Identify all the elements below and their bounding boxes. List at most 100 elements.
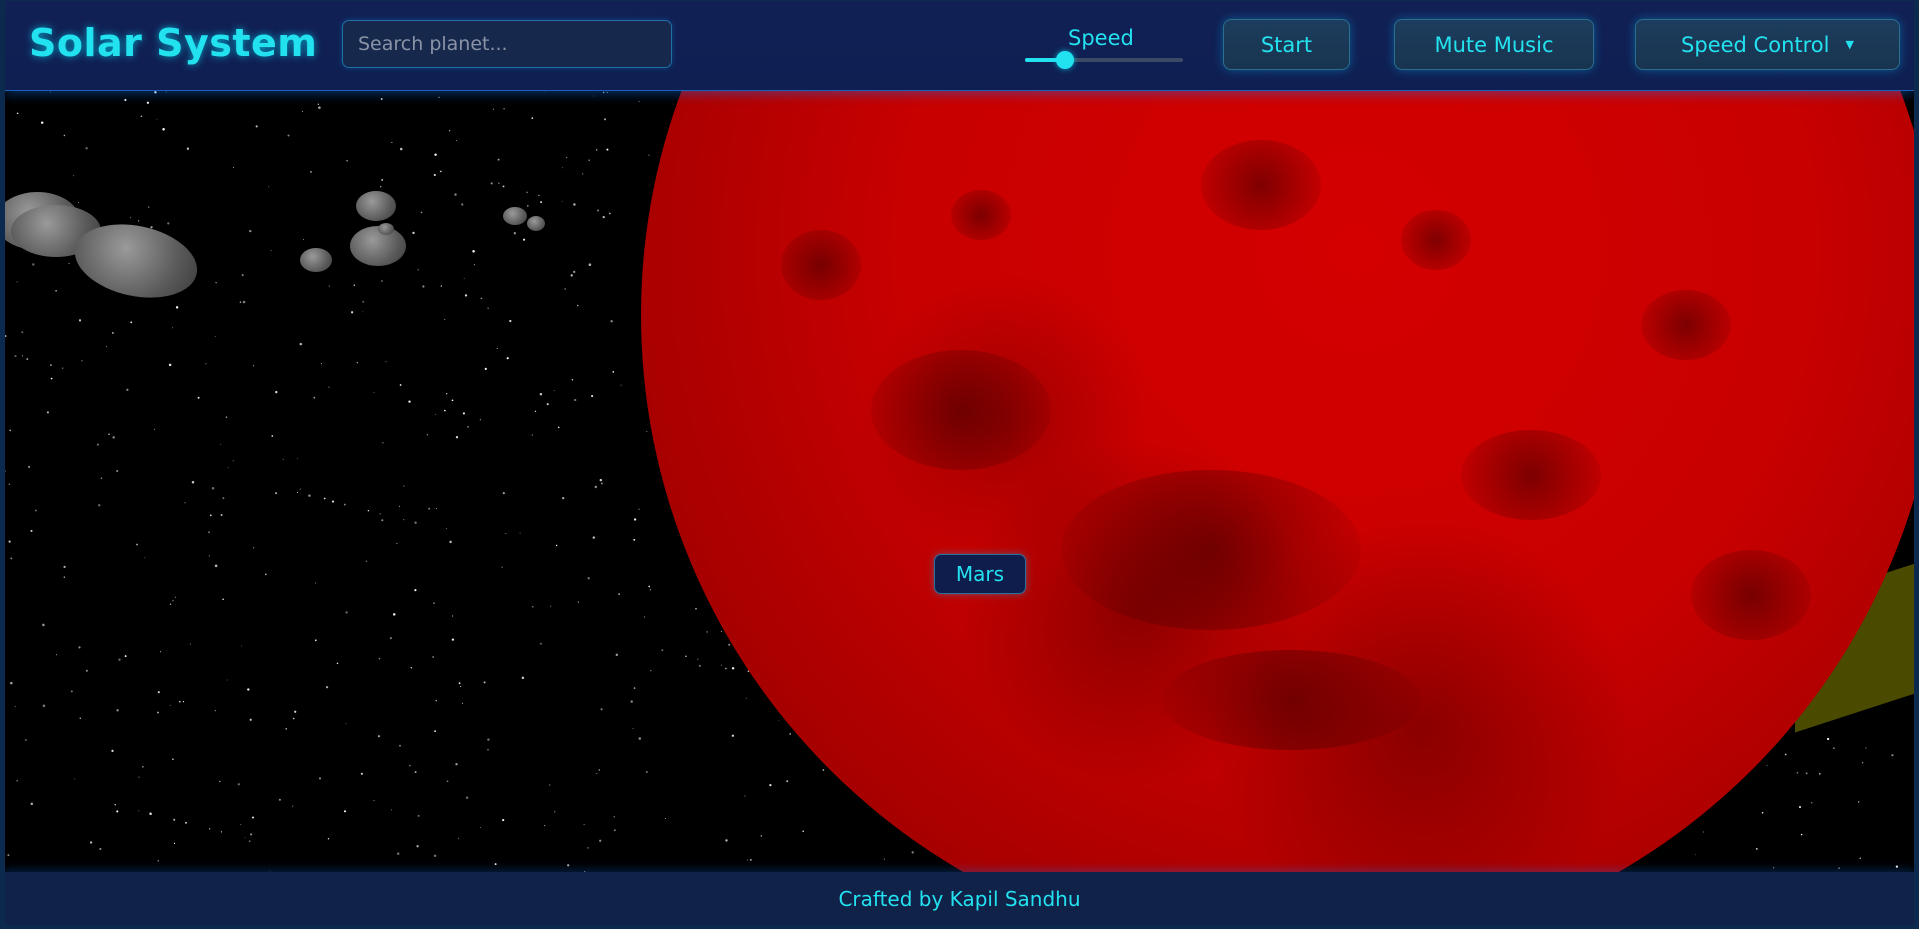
speed-slider[interactable] bbox=[1025, 51, 1183, 69]
star bbox=[484, 367, 487, 371]
speed-control-dropdown[interactable]: Speed Control ▼ bbox=[1635, 19, 1900, 70]
star bbox=[167, 222, 170, 225]
star bbox=[399, 384, 402, 386]
star bbox=[539, 392, 543, 396]
star bbox=[428, 507, 431, 510]
star bbox=[544, 825, 546, 827]
speed-slider-thumb[interactable] bbox=[1055, 51, 1074, 69]
star bbox=[380, 186, 382, 188]
star bbox=[157, 691, 160, 694]
star bbox=[632, 728, 634, 730]
star bbox=[77, 201, 80, 204]
star bbox=[440, 170, 442, 173]
star bbox=[137, 220, 140, 222]
star bbox=[746, 859, 748, 861]
star bbox=[299, 488, 301, 490]
start-button[interactable]: Start bbox=[1223, 19, 1350, 70]
star bbox=[8, 540, 11, 543]
star bbox=[81, 360, 83, 362]
star bbox=[410, 667, 412, 669]
star bbox=[760, 835, 763, 837]
star bbox=[638, 100, 640, 102]
star bbox=[574, 398, 577, 402]
star bbox=[282, 458, 284, 460]
star bbox=[573, 203, 576, 206]
star bbox=[416, 845, 419, 848]
star bbox=[297, 458, 299, 460]
star bbox=[385, 361, 387, 363]
star bbox=[1833, 747, 1835, 749]
star bbox=[156, 118, 158, 120]
star bbox=[159, 651, 161, 653]
star bbox=[409, 764, 411, 767]
star bbox=[638, 508, 640, 510]
star bbox=[294, 710, 297, 713]
star bbox=[610, 320, 613, 323]
star bbox=[444, 319, 446, 321]
star bbox=[435, 699, 437, 702]
star bbox=[577, 601, 579, 603]
star bbox=[420, 211, 423, 214]
star bbox=[502, 492, 505, 495]
space-canvas[interactable]: Mars bbox=[5, 1, 1914, 925]
star bbox=[8, 483, 11, 485]
star bbox=[313, 396, 316, 399]
star bbox=[381, 519, 384, 522]
star bbox=[26, 358, 29, 361]
star bbox=[506, 357, 509, 360]
footer: Crafted by Kapil Sandhu bbox=[5, 872, 1914, 925]
star bbox=[365, 560, 368, 563]
star bbox=[381, 280, 383, 282]
star bbox=[1773, 867, 1775, 869]
planet-label-text: Mars bbox=[955, 562, 1005, 586]
star bbox=[531, 605, 534, 608]
star bbox=[615, 653, 619, 657]
star bbox=[802, 830, 804, 833]
star bbox=[242, 300, 246, 304]
star bbox=[50, 91, 52, 93]
star bbox=[50, 377, 53, 380]
star bbox=[34, 509, 37, 512]
star bbox=[153, 428, 156, 430]
star bbox=[317, 103, 319, 105]
star bbox=[448, 130, 451, 132]
planet-label-mars[interactable]: Mars bbox=[934, 554, 1026, 594]
star bbox=[1857, 801, 1860, 803]
star bbox=[168, 363, 172, 367]
star bbox=[308, 494, 311, 497]
star bbox=[461, 702, 463, 704]
star bbox=[633, 687, 636, 689]
star bbox=[462, 412, 466, 415]
star bbox=[1805, 772, 1808, 775]
star bbox=[157, 860, 160, 862]
star bbox=[237, 783, 240, 786]
star bbox=[247, 688, 250, 691]
star bbox=[571, 379, 574, 381]
star bbox=[445, 392, 448, 395]
star bbox=[144, 557, 146, 559]
top-bar: Solar System Speed Start Mute Music Spee… bbox=[5, 1, 1914, 91]
star bbox=[209, 514, 212, 517]
star bbox=[169, 704, 171, 706]
star bbox=[612, 370, 615, 373]
search-input[interactable] bbox=[342, 20, 672, 68]
star bbox=[479, 827, 481, 828]
star bbox=[403, 519, 405, 521]
star bbox=[314, 639, 317, 642]
speed-label: Speed bbox=[1068, 26, 1134, 50]
star bbox=[32, 263, 35, 266]
star bbox=[398, 505, 401, 507]
star bbox=[241, 645, 243, 647]
mute-music-button[interactable]: Mute Music bbox=[1394, 19, 1594, 70]
star bbox=[14, 355, 17, 358]
star bbox=[600, 708, 603, 711]
star bbox=[553, 390, 555, 391]
star bbox=[1810, 801, 1813, 804]
star bbox=[596, 209, 600, 212]
star bbox=[646, 430, 648, 433]
star bbox=[211, 487, 215, 490]
star bbox=[63, 134, 66, 137]
star bbox=[222, 598, 224, 601]
star bbox=[373, 799, 375, 801]
star bbox=[73, 778, 75, 780]
